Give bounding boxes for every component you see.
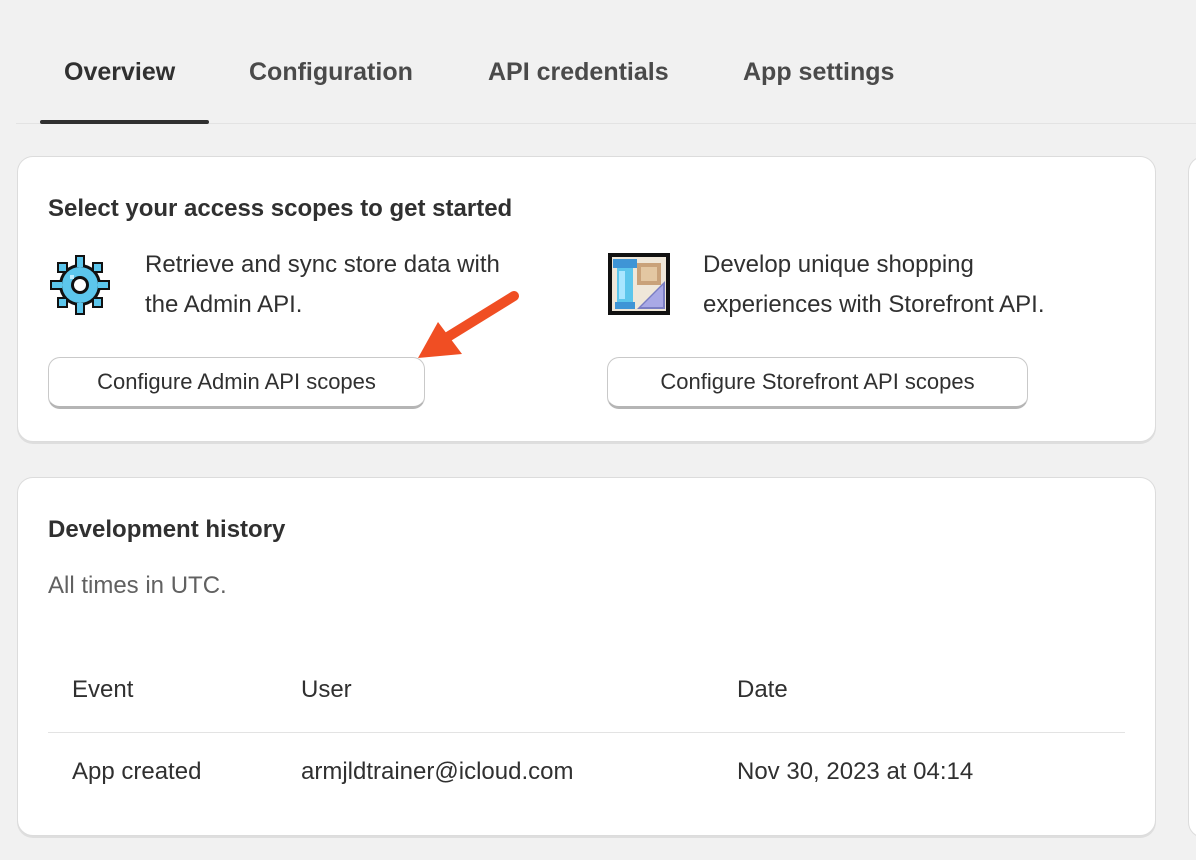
column-header-user: User (301, 676, 352, 703)
table-divider (48, 732, 1125, 733)
development-history-title: Development history (48, 516, 286, 543)
active-tab-indicator (40, 120, 209, 124)
tab-bar: Overview Configuration API credentials A… (16, 0, 1196, 124)
cell-event: App created (72, 758, 202, 785)
configure-storefront-api-scopes-button[interactable]: Configure Storefront API scopes (607, 357, 1028, 409)
column-header-date: Date (737, 676, 788, 703)
tab-api-credentials[interactable]: API credentials (488, 58, 669, 87)
access-scopes-card: Select your access scopes to get started (17, 156, 1156, 442)
storefront-api-description-line1: Develop unique shopping (703, 251, 974, 278)
column-header-event: Event (72, 676, 134, 703)
access-scopes-title: Select your access scopes to get started (48, 195, 513, 222)
tab-configuration[interactable]: Configuration (249, 58, 413, 87)
gear-icon (48, 253, 112, 322)
storefront-icon (607, 251, 673, 322)
storefront-api-description-line2: experiences with Storefront API. (703, 291, 1045, 318)
storefront-api-description: Develop unique shopping experiences with… (703, 245, 1045, 325)
tab-app-settings[interactable]: App settings (743, 58, 894, 87)
cell-date: Nov 30, 2023 at 04:14 (737, 758, 974, 785)
tab-overview[interactable]: Overview (64, 58, 175, 87)
annotation-arrow-icon (410, 288, 522, 369)
cell-user: armjldtrainer@icloud.com (301, 758, 574, 785)
configure-admin-api-scopes-button[interactable]: Configure Admin API scopes (48, 357, 425, 409)
side-panel-card (1188, 156, 1196, 838)
admin-api-description-line1: Retrieve and sync store data with (145, 251, 500, 278)
timezone-note: All times in UTC. (48, 572, 227, 599)
